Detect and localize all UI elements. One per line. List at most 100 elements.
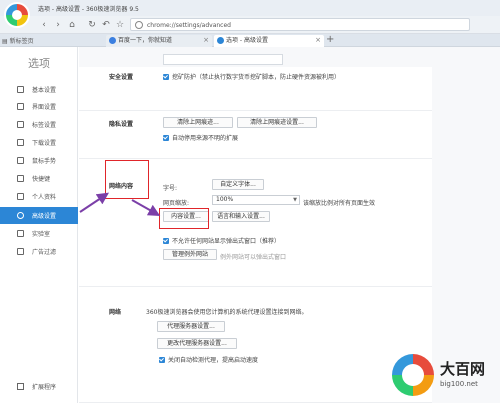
option-label: 挖矿防护（禁止执行数字货币挖矿脚本，防止硬件资源被利用）: [172, 74, 341, 81]
settings-search-input[interactable]: [163, 54, 283, 65]
section-title: 隐私设置: [109, 121, 134, 128]
forward-icon[interactable]: ›: [52, 19, 64, 31]
zoom-select[interactable]: 100% ▼: [212, 195, 300, 205]
option-label: 关闭自动检测代理，提高启动速度: [168, 357, 259, 364]
sidebar-item-gestures[interactable]: 鼠标手势: [0, 152, 78, 169]
home-icon[interactable]: ⌂: [66, 19, 78, 31]
undo-icon[interactable]: ↶: [100, 19, 112, 31]
sidebar-item-label: 鼠标手势: [32, 158, 57, 165]
sidebar-item-label: 下载设置: [32, 140, 57, 147]
manage-exceptions-button[interactable]: 管理例外网站: [163, 249, 217, 260]
exceptions-hint: 例外网站可以弹出式窗口: [220, 254, 287, 261]
option-label: 自动停用来源不明的扩展: [172, 135, 239, 142]
sidebar-item-interface[interactable]: 界面设置: [0, 98, 78, 115]
watermark-logo: [392, 354, 434, 396]
privacy-section: 隐私设置 清除上网痕迹... 清除上网痕迹设置... 自动停用来源不明的扩展: [79, 111, 432, 159]
mouse-icon: [17, 157, 24, 164]
checkbox-checked[interactable]: [159, 357, 165, 363]
sidebar-item-basic[interactable]: 基本设置: [0, 81, 78, 98]
sidebar-item-label: 个人资料: [32, 194, 57, 201]
auto-disable-ext-option[interactable]: 自动停用来源不明的扩展: [163, 133, 238, 142]
highlight-content-settings: [159, 208, 209, 229]
flask-icon: [17, 230, 24, 237]
sidebar-item-label: 标签设置: [32, 122, 57, 129]
tab-baidu[interactable]: 百度一下，你就知道 ×: [106, 35, 212, 47]
tab-bar: ▤ 新标签页 百度一下，你就知道 × 选项 - 高级设置 × +: [0, 34, 500, 47]
sidebar-item-label: 高级设置: [32, 213, 57, 220]
sidebar-item-label: 实验室: [32, 231, 51, 238]
sidebar-item-shortcuts[interactable]: 快捷键: [0, 170, 78, 187]
sidebar-item-label: 快捷键: [32, 176, 51, 183]
title-bar: 选项 - 高级设置 - 360极速浏览器 9.5: [0, 0, 500, 16]
window-title: 选项 - 高级设置 - 360极速浏览器 9.5: [38, 6, 139, 13]
zoom-hint: 该缩放比例对所有页面生效: [303, 200, 376, 207]
option-label: 不允许任何网站显示弹出式窗口（推荐）: [172, 238, 281, 245]
network-section: 网络 360极速浏览器会使用您计算机的系统代理设置连接到网络。 代理服务器设置.…: [79, 287, 432, 403]
sidebar-item-label: 广告过滤: [32, 249, 57, 256]
highlight-web-content-title: [105, 160, 149, 199]
page-icon: [135, 21, 143, 29]
home-icon: [17, 86, 24, 93]
toolbar: ‹ › ⌂ ↻ ↶ ☆ chrome://settings/advanced: [0, 16, 500, 34]
section-title: 网络: [109, 309, 122, 316]
network-description: 360极速浏览器会使用您计算机的系统代理设置连接到网络。: [146, 309, 308, 316]
section-title: 安全设置: [109, 74, 134, 81]
auto-detect-option[interactable]: 关闭自动检测代理，提高启动速度: [159, 355, 258, 364]
gear-icon: [17, 212, 24, 219]
sidebar-item-label: 界面设置: [32, 104, 57, 111]
security-section: 安全设置 挖矿防护（禁止执行数字货币挖矿脚本，防止硬件资源被利用）: [79, 67, 432, 111]
sidebar-item-extensions[interactable]: 扩展程序: [0, 378, 78, 395]
back-icon[interactable]: ‹: [38, 19, 50, 31]
zoom-label: 网页缩放:: [163, 200, 190, 207]
checkbox-checked[interactable]: [163, 74, 169, 80]
zoom-value: 100%: [216, 196, 234, 203]
sidebar: 选项 基本设置 界面设置 标签设置 下载设置 鼠标手势 快捷键 个人资料 高级设…: [0, 47, 78, 403]
change-proxy-settings-button[interactable]: 更改代理服务器设置...: [157, 338, 237, 349]
sidebar-item-download[interactable]: 下载设置: [0, 134, 78, 151]
clear-history-settings-button[interactable]: 清除上网痕迹设置...: [237, 117, 317, 128]
sidebar-item-adblock[interactable]: 广告过滤: [0, 243, 78, 260]
sidebar-item-label: 基本设置: [32, 87, 57, 94]
tab-icon: [17, 121, 24, 128]
font-size-label: 字号:: [163, 185, 178, 192]
download-icon: [17, 139, 24, 146]
clear-history-button[interactable]: 清除上网痕迹...: [163, 117, 233, 128]
checkbox-checked[interactable]: [163, 135, 169, 141]
sidebar-item-advanced[interactable]: 高级设置: [0, 207, 78, 224]
popup-block-option[interactable]: 不允许任何网站显示弹出式窗口（推荐）: [163, 236, 280, 245]
address-bar[interactable]: chrome://settings/advanced: [130, 18, 470, 31]
watermark-subtitle: big100.net: [440, 380, 478, 388]
close-icon[interactable]: ×: [315, 35, 321, 46]
baidu-icon: [109, 37, 116, 44]
tab-settings[interactable]: 选项 - 高级设置 ×: [214, 35, 324, 47]
block-icon: [17, 248, 24, 255]
sidebar-item-label: 扩展程序: [32, 384, 57, 391]
checkbox-checked[interactable]: [163, 238, 169, 244]
settings-main: 安全设置 挖矿防护（禁止执行数字货币挖矿脚本，防止硬件资源被利用） 隐私设置 清…: [79, 47, 500, 403]
close-icon[interactable]: ×: [203, 35, 209, 46]
sidebar-item-tabs[interactable]: 标签设置: [0, 116, 78, 133]
puzzle-icon: [17, 383, 24, 390]
sidebar-item-lab[interactable]: 实验室: [0, 225, 78, 242]
app-logo: [4, 2, 30, 28]
custom-font-button[interactable]: 自定义字体...: [212, 179, 264, 190]
sidebar-item-profile[interactable]: 个人资料: [0, 188, 78, 205]
favorites-bar-item[interactable]: ▤ 新标签页: [2, 36, 34, 45]
chevron-down-icon: ▼: [293, 197, 297, 203]
new-tab-button[interactable]: +: [326, 34, 334, 45]
star-icon[interactable]: ☆: [114, 19, 126, 31]
watermark-title: 大百网: [440, 360, 486, 378]
mining-protect-option[interactable]: 挖矿防护（禁止执行数字货币挖矿脚本，防止硬件资源被利用）: [163, 72, 340, 81]
keyboard-icon: [17, 175, 24, 182]
address-text: chrome://settings/advanced: [147, 22, 231, 29]
proxy-settings-button[interactable]: 代理服务器设置...: [157, 321, 225, 332]
watermark: 大百网 big100.net: [390, 352, 498, 402]
user-icon: [17, 193, 24, 200]
language-settings-button[interactable]: 语言和输入设置...: [212, 211, 270, 222]
tab-label: 百度一下，你就知道: [118, 37, 173, 44]
favorites-label: 新标签页: [9, 38, 34, 45]
sidebar-title: 选项: [28, 57, 50, 70]
tab-label: 选项 - 高级设置: [226, 37, 268, 44]
reload-icon[interactable]: ↻: [86, 19, 98, 31]
window-icon: [17, 103, 24, 110]
